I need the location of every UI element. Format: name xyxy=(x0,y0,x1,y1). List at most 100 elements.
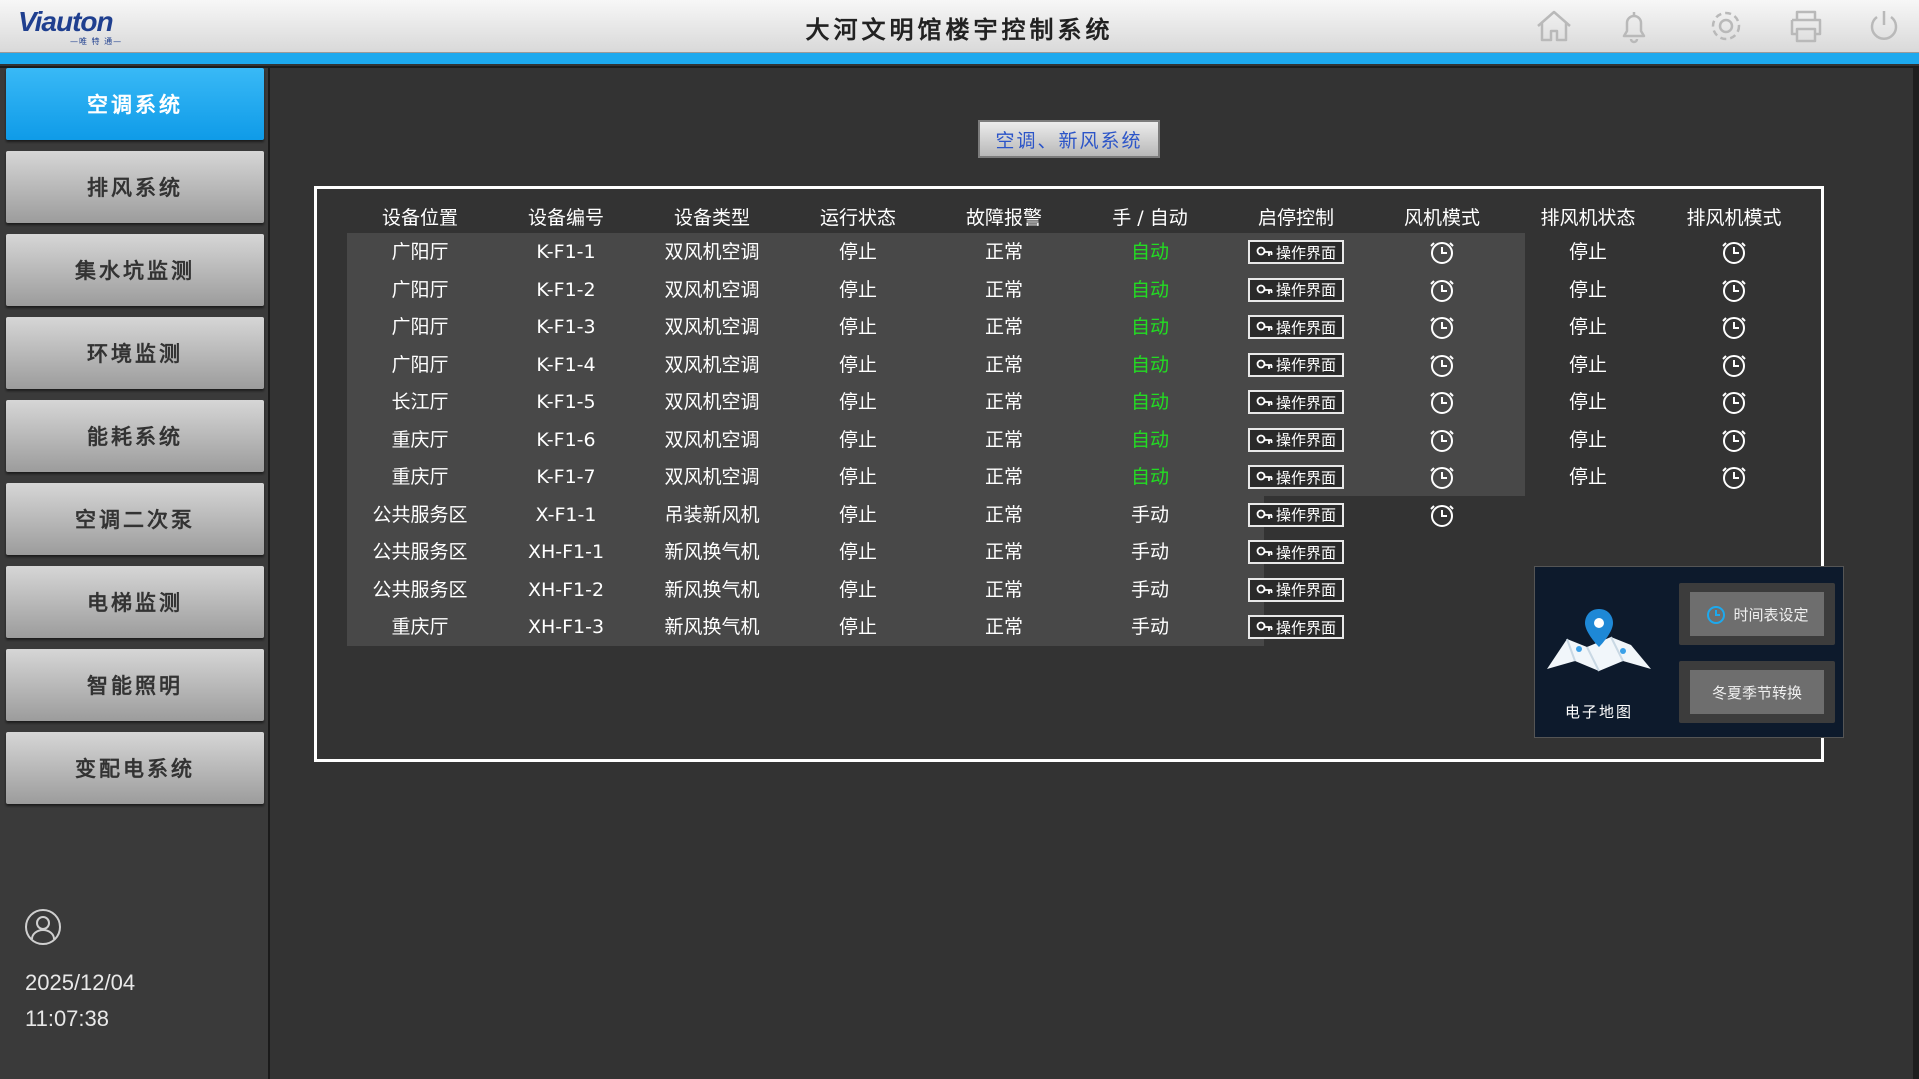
sidebar-item-sump-monitor[interactable]: 集水坑监测 xyxy=(6,234,264,306)
sidebar-item-power-distribution[interactable]: 变配电系统 xyxy=(6,732,264,804)
cell-location: 广阳厅 xyxy=(391,278,449,301)
cell-fault: 正常 xyxy=(984,353,1023,376)
cell-mode: 自动 xyxy=(1130,466,1169,488)
sidebar-item-ac-system[interactable]: 空调系统 xyxy=(6,68,264,140)
table-row: 重庆厅 XH-F1-3 新风换气机 停止 正常 手动 操作界面 xyxy=(347,608,1344,646)
operation-panel-label: 操作界面 xyxy=(1275,618,1336,637)
cell-location: 长江厅 xyxy=(391,391,449,413)
operation-panel-button[interactable]: 操作界面 xyxy=(1248,577,1344,602)
exhaust-mode-clock-icon[interactable] xyxy=(1720,313,1748,341)
fan-mode-clock-icon[interactable] xyxy=(1428,238,1456,266)
operation-panel-button[interactable]: 操作界面 xyxy=(1248,240,1344,264)
sidebar-item-energy[interactable]: 能耗系统 xyxy=(6,400,264,472)
sidebar: 空调系统 排风系统 集水坑监测 环境监测 能耗系统 空调二次泵 电梯监测 智能照… xyxy=(0,68,270,1079)
cell-fault: 正常 xyxy=(984,541,1023,563)
fan-mode-clock-icon[interactable] xyxy=(1428,463,1456,491)
power-icon[interactable] xyxy=(1862,6,1906,46)
fan-mode-clock-icon[interactable] xyxy=(1428,276,1456,304)
cell-id: K-F1-1 xyxy=(536,241,596,263)
cell-exhaust-status: 停止 xyxy=(1568,353,1607,376)
home-icon[interactable] xyxy=(1532,6,1576,46)
sidebar-item-environment[interactable]: 环境监测 xyxy=(6,317,264,389)
cell-id: K-F1-6 xyxy=(536,428,596,451)
e-map-button[interactable]: 电子地图 xyxy=(1539,597,1659,721)
cell-location: 重庆厅 xyxy=(391,466,449,488)
sidebar-item-secondary-pump[interactable]: 空调二次泵 xyxy=(6,483,264,555)
key-icon xyxy=(1256,433,1276,447)
right-edge-bar xyxy=(1913,68,1919,1079)
cell-type: 双风机空调 xyxy=(664,241,760,263)
cell-location: 公共服务区 xyxy=(372,578,468,601)
key-icon xyxy=(1256,583,1276,597)
header-accent-bar xyxy=(0,53,1919,64)
cell-type: 双风机空调 xyxy=(664,278,760,301)
bell-icon[interactable] xyxy=(1612,6,1656,46)
cell-type: 新风换气机 xyxy=(664,578,760,601)
sidebar-item-elevator[interactable]: 电梯监测 xyxy=(6,566,264,638)
exhaust-mode-clock-icon[interactable] xyxy=(1720,276,1748,304)
fan-mode-clock-icon[interactable] xyxy=(1428,351,1456,379)
cell-type: 双风机空调 xyxy=(664,466,760,488)
exhaust-mode-clock-icon[interactable] xyxy=(1720,238,1748,266)
printer-icon[interactable] xyxy=(1784,6,1828,46)
cell-fault: 正常 xyxy=(984,616,1023,638)
fan-mode-clock-icon[interactable] xyxy=(1428,501,1456,529)
exhaust-mode-clock-icon[interactable] xyxy=(1720,426,1748,454)
cell-id: XH-F1-3 xyxy=(527,616,605,638)
e-map-label: 电子地图 xyxy=(1564,703,1633,721)
operation-panel-button[interactable]: 操作界面 xyxy=(1248,277,1344,302)
operation-panel-button[interactable]: 操作界面 xyxy=(1248,465,1344,489)
fan-mode-clock-icon[interactable] xyxy=(1428,388,1456,416)
fan-mode-clock-icon[interactable] xyxy=(1428,426,1456,454)
table-row: 广阳厅 K-F1-3 双风机空调 停止 正常 自动 操作界面 停止 xyxy=(347,308,1746,346)
column-header-run: 运行状态 xyxy=(819,207,896,229)
operation-panel-button[interactable]: 操作界面 xyxy=(1248,315,1344,339)
cell-mode: 自动 xyxy=(1130,241,1169,263)
cell-exhaust-status: 停止 xyxy=(1568,241,1607,263)
column-header-fault: 故障报警 xyxy=(965,207,1042,229)
cell-mode: 自动 xyxy=(1130,428,1169,451)
key-icon xyxy=(1256,320,1276,334)
sidebar-item-exhaust-system[interactable]: 排风系统 xyxy=(6,151,264,223)
sidebar-item-lighting[interactable]: 智能照明 xyxy=(6,649,264,721)
cell-type: 双风机空调 xyxy=(664,428,760,451)
operation-panel-label: 操作界面 xyxy=(1275,468,1336,487)
cell-type: 吊装新风机 xyxy=(664,503,760,526)
cell-run: 停止 xyxy=(838,353,877,376)
operation-panel-button[interactable]: 操作界面 xyxy=(1248,615,1344,639)
cell-mode: 手动 xyxy=(1130,541,1169,563)
operation-panel-button[interactable]: 操作界面 xyxy=(1248,427,1344,452)
table-row: 公共服务区 X-F1-1 吊装新风机 停止 正常 手动 操作界面 xyxy=(347,495,1454,534)
fan-mode-clock-icon[interactable] xyxy=(1428,313,1456,341)
exhaust-mode-clock-icon[interactable] xyxy=(1720,351,1748,379)
cell-exhaust-status: 停止 xyxy=(1568,278,1607,301)
column-header-fan-mode: 风机模式 xyxy=(1403,207,1480,229)
cell-type: 新风换气机 xyxy=(664,541,760,563)
cell-type: 双风机空调 xyxy=(664,353,760,376)
operation-panel-button[interactable]: 操作界面 xyxy=(1248,390,1344,414)
cell-run: 停止 xyxy=(838,616,877,638)
exhaust-mode-clock-icon[interactable] xyxy=(1720,388,1748,416)
cell-id: K-F1-4 xyxy=(536,353,596,376)
exhaust-mode-clock-icon[interactable] xyxy=(1720,463,1748,491)
season-switch-label: 冬夏季节转换 xyxy=(1711,683,1802,702)
operation-panel-button[interactable]: 操作界面 xyxy=(1248,352,1344,377)
gear-icon[interactable] xyxy=(1704,6,1748,46)
schedule-button[interactable]: 时间表设定 xyxy=(1679,583,1835,645)
operation-panel-button[interactable]: 操作界面 xyxy=(1248,540,1344,564)
cell-run: 停止 xyxy=(838,428,877,451)
cell-run: 停止 xyxy=(838,278,877,301)
key-icon xyxy=(1256,470,1276,484)
cell-mode: 自动 xyxy=(1130,278,1169,301)
operation-panel-label: 操作界面 xyxy=(1275,243,1336,262)
user-icon[interactable] xyxy=(24,908,62,946)
table-row: 公共服务区 XH-F1-1 新风换气机 停止 正常 手动 操作界面 xyxy=(347,533,1344,571)
cell-run: 停止 xyxy=(838,466,877,488)
table-row: 重庆厅 K-F1-6 双风机空调 停止 正常 自动 操作界面 停止 xyxy=(347,420,1746,459)
cell-exhaust-status: 停止 xyxy=(1568,316,1607,338)
operation-panel-button[interactable]: 操作界面 xyxy=(1248,502,1344,527)
season-switch-button[interactable]: 冬夏季节转换 xyxy=(1679,661,1835,723)
cell-mode: 自动 xyxy=(1130,391,1169,413)
map-icon xyxy=(1547,609,1651,672)
key-icon xyxy=(1256,283,1276,297)
